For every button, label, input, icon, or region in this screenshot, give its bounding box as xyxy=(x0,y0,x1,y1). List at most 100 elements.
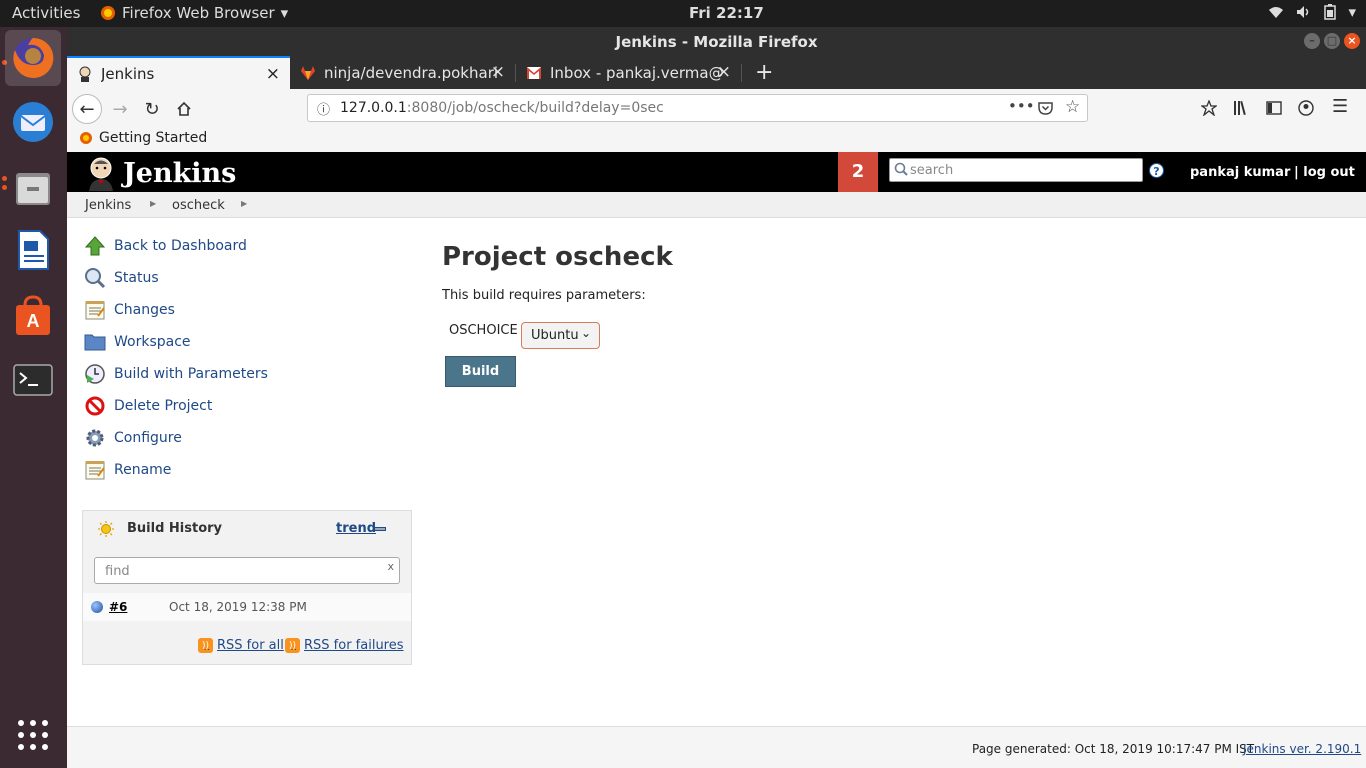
close-tab-icon[interactable]: × xyxy=(717,62,731,82)
rss-all-label: RSS for all xyxy=(217,638,284,653)
dock-terminal[interactable] xyxy=(5,352,61,408)
bookmark-star-icon[interactable]: ☆ xyxy=(1065,97,1080,117)
tab-jenkins[interactable]: Jenkins × xyxy=(67,56,290,89)
build-date: Oct 18, 2019 12:38 PM xyxy=(169,600,307,614)
task-rename[interactable]: Rename xyxy=(83,458,171,482)
system-menu-chevron-icon: ▾ xyxy=(1348,3,1356,21)
task-configure[interactable]: Configure xyxy=(83,426,182,450)
url-text[interactable]: 127.0.0.1:8080/job/oscheck/build?delay=0… xyxy=(340,100,664,116)
task-status[interactable]: Status xyxy=(83,266,159,290)
library-icon[interactable] xyxy=(1233,100,1251,116)
task-label: Back to Dashboard xyxy=(114,238,247,254)
build-button[interactable]: Build xyxy=(445,356,516,387)
rss-all-link[interactable]: )) RSS for all xyxy=(198,638,284,653)
new-tab-button[interactable]: + xyxy=(745,56,775,89)
tab-gmail[interactable]: Inbox - pankaj.verma@m × xyxy=(516,56,741,89)
page-footer: Page generated: Oct 18, 2019 10:17:47 PM… xyxy=(67,726,1366,768)
bookmarks-star-icon[interactable] xyxy=(1201,100,1217,116)
task-delete-project[interactable]: Delete Project xyxy=(83,394,212,418)
dock-software[interactable]: A xyxy=(5,288,61,344)
reload-icon: ↻ xyxy=(144,98,160,120)
parameters-description: This build requires parameters: xyxy=(442,288,646,303)
show-applications-button[interactable] xyxy=(5,707,61,763)
search-placeholder: search xyxy=(910,163,954,178)
system-tray[interactable]: ▾ xyxy=(1268,3,1356,21)
user-link[interactable]: pankaj kumar xyxy=(1190,165,1290,180)
bookmark-getting-started[interactable]: Getting Started xyxy=(79,130,207,146)
build-number-link[interactable]: #6 xyxy=(109,600,127,614)
minimize-button[interactable]: – xyxy=(1304,33,1320,49)
build-filter-placeholder: find xyxy=(105,564,130,579)
url-bar[interactable]: ⓘ 127.0.0.1:8080/job/oscheck/build?delay… xyxy=(307,94,1088,122)
build-history-title: Build History xyxy=(127,521,223,536)
forward-button[interactable]: → xyxy=(105,94,135,124)
rss-failures-link[interactable]: )) RSS for failures xyxy=(285,638,404,653)
collapse-icon[interactable] xyxy=(374,527,386,531)
dock: A xyxy=(0,27,67,768)
task-changes[interactable]: Changes xyxy=(83,298,175,322)
jenkins-logo[interactable]: Jenkins xyxy=(85,155,236,191)
firefox-icon xyxy=(13,37,54,78)
logout-link[interactable]: | log out xyxy=(1294,165,1355,180)
tab-bar: Jenkins × ninja/devendra.pokhariya × Inb… xyxy=(67,56,1366,89)
notification-badge[interactable]: 2 xyxy=(838,152,878,192)
breadcrumb-arrow-icon[interactable]: ▶ xyxy=(241,199,247,208)
close-window-button[interactable]: × xyxy=(1344,33,1360,49)
breadcrumb-oscheck[interactable]: oscheck xyxy=(172,198,225,213)
tab-label: Jenkins xyxy=(101,64,155,83)
firefox-small-icon xyxy=(80,132,92,144)
search-box[interactable]: search xyxy=(889,158,1143,182)
build-status-ball-icon[interactable] xyxy=(91,601,103,613)
activities-button[interactable]: Activities xyxy=(12,4,80,22)
help-icon[interactable]: ? xyxy=(1149,163,1164,178)
close-tab-icon[interactable]: × xyxy=(491,62,505,82)
page-title: Project oscheck xyxy=(442,242,673,272)
close-tab-icon[interactable]: × xyxy=(266,64,280,84)
home-button[interactable] xyxy=(169,94,199,124)
jenkins-version-link[interactable]: Jenkins ver. 2.190.1 xyxy=(1243,742,1361,756)
breadcrumb: Jenkins ▶ oscheck ▶ xyxy=(67,192,1366,218)
window-titlebar[interactable]: Jenkins - Mozilla Firefox – □ × xyxy=(67,27,1366,56)
clear-filter-button[interactable]: x xyxy=(387,560,394,573)
selected-option: Ubuntu xyxy=(531,328,579,343)
app-menu[interactable]: Firefox Web Browser ▾ xyxy=(100,4,288,22)
dock-writer[interactable] xyxy=(5,222,61,278)
dock-firefox[interactable] xyxy=(5,30,61,86)
back-button[interactable]: ← xyxy=(72,94,102,124)
maximize-button[interactable]: □ xyxy=(1324,33,1340,49)
search-icon xyxy=(894,162,908,176)
dock-thunderbird[interactable] xyxy=(5,94,61,150)
dock-files[interactable] xyxy=(5,160,61,216)
task-workspace[interactable]: Workspace xyxy=(83,330,191,354)
trend-link[interactable]: trend xyxy=(336,521,376,536)
chevron-down-icon: ⌄ xyxy=(580,326,591,340)
magnifier-icon xyxy=(83,266,107,290)
breadcrumb-arrow-icon[interactable]: ▶ xyxy=(150,199,156,208)
breadcrumb-jenkins[interactable]: Jenkins xyxy=(85,198,131,213)
oschoice-select[interactable]: Ubuntu ⌄ xyxy=(521,322,600,349)
pocket-icon[interactable] xyxy=(1038,101,1053,115)
task-back-to-dashboard[interactable]: Back to Dashboard xyxy=(83,234,247,258)
clock[interactable]: Fri 22:17 xyxy=(689,4,764,22)
info-icon[interactable]: ⓘ xyxy=(317,99,330,118)
account-icon[interactable] xyxy=(1298,100,1314,116)
task-build-with-parameters[interactable]: Build with Parameters xyxy=(83,362,268,386)
tab-label: Inbox - pankaj.verma@m xyxy=(550,63,725,82)
build-filter-input[interactable]: find x xyxy=(94,557,400,584)
rss-icon: )) xyxy=(285,638,300,653)
writer-document-icon xyxy=(18,230,49,270)
app-grid-icon xyxy=(18,720,48,750)
folder-icon xyxy=(83,330,107,354)
rss-failures-label: RSS for failures xyxy=(304,638,404,653)
hamburger-menu-icon[interactable]: ☰ xyxy=(1332,96,1348,117)
tab-gitlab[interactable]: ninja/devendra.pokhariya × xyxy=(290,56,515,89)
software-center-icon: A xyxy=(16,295,50,335)
sidebar-icon[interactable] xyxy=(1266,100,1282,116)
reload-button[interactable]: ↻ xyxy=(137,94,167,124)
jenkins-header: Jenkins 2 search ? pankaj kumar | log ou… xyxy=(67,152,1366,192)
sun-weather-icon xyxy=(98,521,114,537)
battery-icon xyxy=(1324,4,1337,20)
page-actions-icon[interactable]: ••• xyxy=(1008,97,1035,115)
build-row: #6 Oct 18, 2019 12:38 PM xyxy=(83,593,411,621)
file-manager-icon xyxy=(16,173,50,205)
